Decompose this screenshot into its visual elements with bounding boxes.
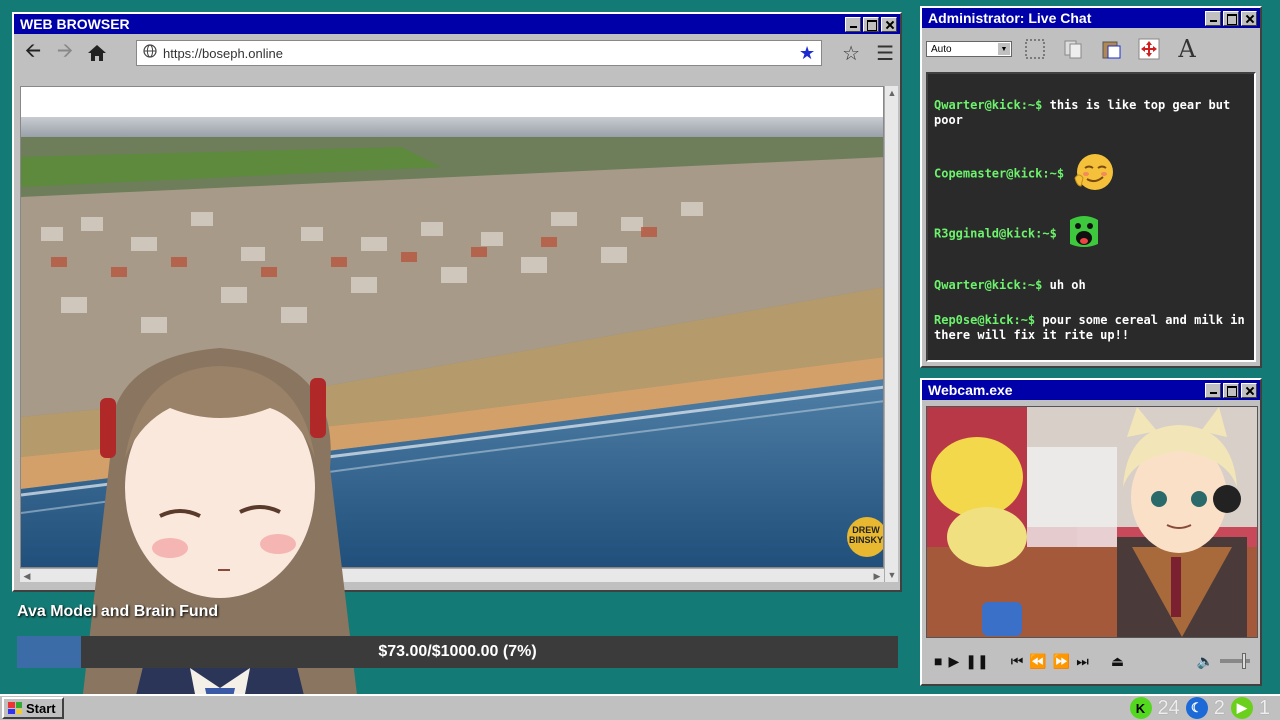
font-size-select[interactable]: Auto ▼: [926, 41, 1012, 57]
kick-logo-icon[interactable]: K: [1129, 697, 1152, 719]
browser-title: WEB BROWSER: [20, 16, 130, 32]
maximize-button[interactable]: [863, 16, 879, 32]
video-watermark: DREW BINSKY: [849, 525, 884, 545]
system-tray: K 24 ☾ 2 ▶ 1: [1129, 696, 1280, 720]
chat-username: R3gginald@kick:~$: [934, 226, 1057, 241]
play-icon[interactable]: ▶: [948, 653, 959, 670]
paste-icon[interactable]: [1096, 34, 1126, 64]
kick-count: 24: [1157, 696, 1180, 719]
back-arrow-icon[interactable]: 🡨: [20, 40, 46, 66]
maximize-button[interactable]: [1223, 382, 1239, 398]
chevron-down-icon[interactable]: ▼: [998, 43, 1010, 55]
scroll-left-arrow-icon[interactable]: ◀: [20, 569, 34, 583]
chat-message: R3gginald@kick:~$: [934, 214, 1248, 254]
url-text: https://boseph.online: [163, 45, 283, 61]
anime-catboy-image: [927, 407, 1257, 637]
scroll-right-arrow-icon[interactable]: ▶: [870, 569, 884, 583]
chat-titlebar[interactable]: Administrator: Live Chat: [922, 8, 1260, 28]
play-count: 1: [1258, 696, 1270, 719]
windows-logo-icon: [8, 702, 22, 714]
chat-text: uh oh: [1049, 278, 1086, 292]
minimize-button[interactable]: [1205, 10, 1221, 26]
moon-icon[interactable]: ☾: [1185, 697, 1208, 719]
chat-message: Qwarter@kick:~$ this is like top gear bu…: [934, 98, 1248, 128]
chat-log[interactable]: Qwarter@kick:~$ this is like top gear bu…: [926, 72, 1256, 362]
skip-forward-icon[interactable]: ⏭: [1076, 653, 1089, 670]
start-button[interactable]: Start: [2, 697, 64, 719]
scroll-up-arrow-icon[interactable]: ▲: [885, 86, 899, 100]
vertical-scrollbar[interactable]: ▲ ▼: [884, 86, 898, 582]
minimize-button[interactable]: [845, 16, 861, 32]
chat-message: Qwarter@kick:~$ uh oh: [934, 278, 1248, 293]
minimize-button[interactable]: [1205, 382, 1221, 398]
select-rect-icon[interactable]: [1020, 34, 1050, 64]
stop-icon[interactable]: ■: [934, 653, 942, 669]
scroll-down-arrow-icon[interactable]: ▼: [885, 568, 899, 582]
taskbar: Start K 24 ☾ 2 ▶ 1: [0, 694, 1280, 720]
maximize-button[interactable]: [1223, 10, 1239, 26]
start-label: Start: [26, 700, 56, 716]
chat-title: Administrator: Live Chat: [928, 10, 1092, 26]
fast-forward-icon[interactable]: ⏩: [1053, 653, 1070, 670]
chat-username: Qwarter@kick:~$: [934, 98, 1043, 112]
close-button[interactable]: [1241, 382, 1257, 398]
chat-username: Copemaster@kick:~$: [934, 166, 1065, 181]
font-icon[interactable]: A: [1172, 34, 1202, 64]
browser-titlebar[interactable]: WEB BROWSER: [14, 14, 900, 34]
rewind-icon[interactable]: ⏪: [1029, 653, 1046, 670]
chat-message: Rep0se@kick:~$ pour some cereal and milk…: [934, 313, 1248, 343]
chat-username: Qwarter@kick:~$: [934, 278, 1043, 292]
desktop-icon-strip: [0, 0, 12, 400]
chat-username: Rep0se@kick:~$: [934, 313, 1036, 327]
webcam-feed: [926, 406, 1258, 638]
webcam-window: Webcam.exe ■ ▶ ❚❚ ⏮ ⏪ ⏩ ⏭ ⏏ 🔈: [920, 378, 1262, 686]
chat-toolbar: Auto ▼ A: [922, 28, 1260, 70]
font-size-value: Auto: [931, 43, 952, 55]
media-controls: ■ ▶ ❚❚ ⏮ ⏪ ⏩ ⏭ ⏏ 🔈: [926, 644, 1258, 678]
play-circle-icon[interactable]: ▶: [1230, 697, 1253, 719]
skip-back-icon[interactable]: ⏮: [1011, 653, 1024, 670]
close-button[interactable]: [881, 16, 897, 32]
eject-icon[interactable]: ⏏: [1111, 653, 1124, 670]
webcam-title: Webcam.exe: [928, 382, 1013, 398]
chat-message: Copemaster@kick:~$: [934, 152, 1248, 196]
volume-icon[interactable]: 🔈: [1197, 653, 1214, 670]
green-scream-emote-icon: [1064, 214, 1104, 254]
bookmarked-star-icon[interactable]: ★: [799, 43, 815, 64]
bookmarks-star-icon[interactable]: ☆: [842, 41, 860, 66]
smug-face-emote-icon: [1071, 152, 1117, 196]
volume-slider[interactable]: [1220, 653, 1250, 669]
chat-window: Administrator: Live Chat Auto ▼ A Qwarte…: [920, 6, 1262, 368]
globe-icon: [143, 43, 157, 63]
menu-hamburger-icon[interactable]: ☰: [876, 41, 894, 66]
copy-icon[interactable]: [1058, 34, 1088, 64]
move-icon[interactable]: [1134, 34, 1164, 64]
home-icon[interactable]: [84, 40, 110, 66]
close-button[interactable]: [1241, 10, 1257, 26]
address-bar[interactable]: https://boseph.online ★: [136, 40, 823, 66]
forward-arrow-icon[interactable]: 🡪: [52, 40, 78, 66]
webcam-titlebar[interactable]: Webcam.exe: [922, 380, 1260, 400]
fund-progress-text: $73.00/$1000.00 (7%): [378, 643, 537, 660]
moon-count: 2: [1213, 696, 1225, 719]
pause-icon[interactable]: ❚❚: [965, 653, 988, 670]
browser-toolbar: 🡨 🡪 https://boseph.online ★ ☆ ☰: [14, 34, 900, 72]
fund-progress-bar: $73.00/$1000.00 (7%): [17, 636, 898, 668]
fund-title: Ava Model and Brain Fund: [17, 603, 219, 620]
